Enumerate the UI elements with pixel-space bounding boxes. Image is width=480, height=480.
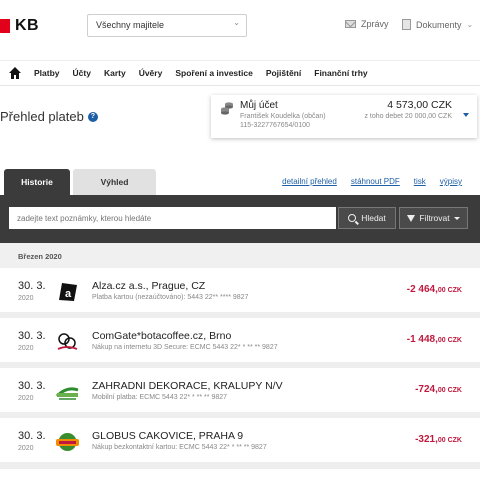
filter-icon — [407, 214, 416, 222]
garden-logo — [55, 387, 79, 400]
download-pdf-link[interactable]: stáhnout PDF — [351, 177, 400, 186]
nav-item-ucty[interactable]: Účty — [73, 68, 91, 78]
owner-select[interactable]: Všechny majitele ⌄ — [87, 14, 247, 37]
month-header: Březen 2020 — [0, 243, 480, 268]
documents-label: Dokumenty — [416, 19, 462, 30]
transaction-day: 30. 3. — [18, 280, 46, 292]
detail-overview-link[interactable]: detailní přehled — [282, 177, 337, 186]
kb-logo[interactable]: KB — [0, 17, 39, 35]
account-selector[interactable]: Můj účet František Koudelka (občan) 115-… — [211, 95, 477, 138]
help-icon[interactable]: ? — [87, 111, 98, 122]
chevron-down-icon: ⌄ — [233, 18, 240, 27]
transaction-row[interactable]: 30. 3. 2020 a Alza.cz a.s., Prague, CZ P… — [0, 268, 480, 318]
transaction-merchant: Alza.cz a.s., Prague, CZ — [92, 280, 206, 292]
chevron-down-icon: ⌄ — [466, 20, 474, 29]
documents-link[interactable]: Dokumenty ⌄ — [402, 19, 473, 30]
transaction-row[interactable]: 30. 3. 2020 ComGate*botacoffee.cz, Brno … — [0, 318, 480, 368]
home-icon[interactable] — [8, 66, 22, 80]
transaction-day: 30. 3. — [18, 380, 46, 392]
alza-logo: a — [59, 283, 77, 301]
transaction-amount: -1 448,00 CZK — [406, 334, 462, 345]
statements-link[interactable]: výpisy — [440, 177, 462, 186]
document-icon — [402, 19, 411, 30]
account-number: 115-3227767654/0100 — [240, 122, 310, 129]
globus-logo — [56, 433, 79, 451]
account-owner: František Koudelka (občan) — [240, 113, 326, 120]
filter-button[interactable]: Filtrovat — [399, 207, 468, 229]
kb-logo-text: KB — [15, 17, 40, 34]
nav-item-financni-trhy[interactable]: Finanční trhy — [314, 68, 367, 78]
transaction-merchant: GLOBUS CAKOVICE, PRAHA 9 — [92, 430, 244, 442]
nav-item-karty[interactable]: Karty — [104, 68, 126, 78]
main-nav: Platby Účty Karty Úvěry Spoření a invest… — [0, 60, 480, 86]
search-input[interactable] — [9, 207, 336, 229]
coins-icon — [221, 102, 233, 115]
transaction-row[interactable]: 30. 3. 2020 ZAHRADNI DEKORACE, KRALUPY N… — [0, 368, 480, 418]
transaction-row[interactable]: 30. 3. 2020 GLOBUS CAKOVICE, PRAHA 9 Nák… — [0, 418, 480, 468]
transaction-merchant: ComGate*botacoffee.cz, Brno — [92, 330, 232, 342]
nav-item-uvery[interactable]: Úvěry — [139, 68, 163, 78]
account-name: Můj účet — [240, 100, 278, 111]
tab-historie[interactable]: Historie — [4, 169, 70, 195]
transaction-description: Platba kartou (nezaúčtováno): 5443 22** … — [92, 294, 249, 301]
envelope-icon — [345, 20, 356, 28]
transaction-day: 30. 3. — [18, 330, 46, 342]
transaction-day: 30. 3. — [18, 430, 46, 442]
transaction-description: Nákup bezkontaktní kartou: ECMC 5443 22*… — [92, 444, 267, 451]
tab-vyhled[interactable]: Výhled — [73, 169, 156, 195]
messages-label: Zprávy — [361, 19, 389, 29]
action-links: detailní přehled stáhnout PDF tisk výpis… — [282, 177, 462, 186]
transaction-description: Nákup na internetu 3D Secure: ECMC 5443 … — [92, 344, 278, 351]
transaction-year: 2020 — [18, 445, 34, 452]
print-link[interactable]: tisk — [414, 177, 426, 186]
page-title-wrap: Přehled plateb ? — [0, 109, 98, 124]
caret-down-icon — [453, 216, 460, 220]
transaction-row-partial — [0, 468, 480, 480]
search-bar: Hledat Filtrovat — [0, 195, 480, 243]
transaction-amount: -724,00 CZK — [415, 384, 462, 395]
transaction-list: 30. 3. 2020 a Alza.cz a.s., Prague, CZ P… — [0, 268, 480, 480]
page-title: Přehled plateb — [0, 109, 84, 124]
transaction-merchant: ZAHRADNI DEKORACE, KRALUPY N/V — [92, 380, 283, 392]
nav-item-sporeni[interactable]: Spoření a investice — [175, 68, 252, 78]
comgate-logo — [57, 333, 78, 350]
top-bar: KB Všechny majitele ⌄ Zprávy Dokumenty ⌄ — [0, 0, 480, 50]
account-balance: 4 573,00 CZK — [387, 99, 452, 111]
svg-text:a: a — [65, 288, 72, 300]
transaction-description: Mobilní platba: ECMC 5443 22* * ** ** 98… — [92, 394, 228, 401]
filter-button-label: Filtrovat — [419, 213, 450, 223]
kb-logo-mark — [0, 19, 10, 33]
search-button-label: Hledat — [361, 213, 386, 223]
nav-item-pojisteni[interactable]: Pojištění — [266, 68, 301, 78]
transaction-year: 2020 — [18, 395, 34, 402]
transaction-year: 2020 — [18, 295, 34, 302]
caret-down-icon[interactable] — [463, 113, 469, 117]
owner-select-value: Všechny majitele — [96, 20, 165, 30]
search-button[interactable]: Hledat — [338, 207, 396, 229]
messages-link[interactable]: Zprávy — [345, 19, 389, 29]
account-debt: z toho debet 20 000,00 CZK — [364, 113, 452, 120]
search-icon — [348, 214, 357, 222]
transaction-year: 2020 — [18, 345, 34, 352]
transaction-amount: -321,00 CZK — [415, 434, 462, 445]
nav-item-platby[interactable]: Platby — [34, 68, 60, 78]
transaction-amount: -2 464,00 CZK — [406, 284, 462, 295]
